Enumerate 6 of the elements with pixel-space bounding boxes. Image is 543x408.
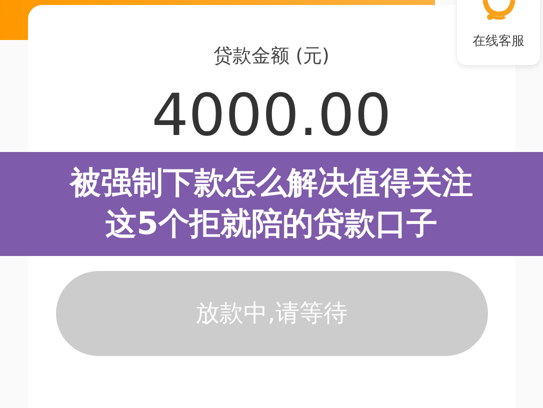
banner-title: 被强制下款怎么解决值得关注 (70, 164, 473, 203)
customer-service-widget[interactable]: 在线客服 (457, 0, 540, 65)
banner-title: 这5个拒就陪的贷款口子 (106, 205, 438, 244)
loan-amount: 4000.00 (152, 81, 392, 151)
widget-label: 在线客服 (472, 33, 524, 50)
amount-label: 贷款金额 (元) (214, 44, 330, 69)
